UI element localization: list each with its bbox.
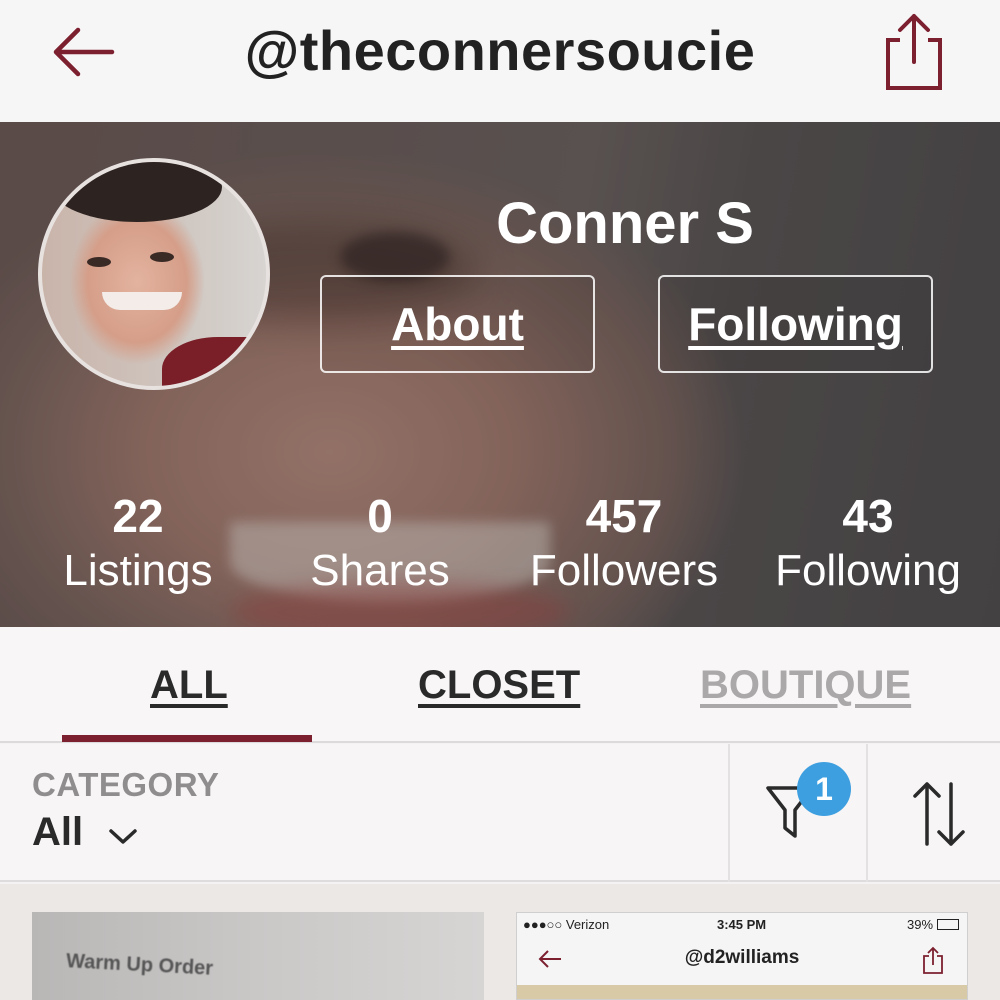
sort-button[interactable] <box>905 774 975 854</box>
active-tab-indicator <box>62 735 312 742</box>
stat-value: 457 <box>585 490 663 542</box>
mini-status-bar: ●●●○○ Verizon 3:45 PM 39% <box>517 913 967 937</box>
about-button[interactable]: About <box>320 275 595 373</box>
category-dropdown[interactable]: All <box>32 810 138 857</box>
stat-value: 43 <box>842 490 894 542</box>
share-button[interactable] <box>878 10 948 92</box>
battery-icon <box>937 919 959 930</box>
stat-followers[interactable]: 457 Followers <box>504 488 744 598</box>
stat-label: Listings <box>63 546 213 595</box>
category-label: CATEGORY <box>32 766 220 803</box>
tab-all[interactable]: ALL <box>150 663 228 708</box>
back-arrow-icon <box>53 27 115 77</box>
filter-bar: CATEGORY All <box>0 744 1000 882</box>
tab-closet[interactable]: CLOSET <box>418 663 580 708</box>
mini-header: @d2williams <box>517 937 967 983</box>
mini-title: @d2williams <box>684 947 800 968</box>
sort-arrows-icon <box>913 782 965 846</box>
share-icon <box>886 14 942 90</box>
following-button[interactable]: Following <box>658 275 933 373</box>
tab-boutique[interactable]: BOUTIQUE <box>700 663 911 708</box>
mini-share-icon <box>923 946 943 974</box>
tab-bar: ALL CLOSET BOUTIQUE <box>0 627 1000 743</box>
stat-label: Followers <box>529 546 719 595</box>
stat-shares[interactable]: 0 Shares <box>260 488 500 598</box>
top-bar: @theconnersoucie <box>0 0 1000 122</box>
stat-value: 0 <box>367 490 393 542</box>
avatar[interactable] <box>38 158 270 390</box>
category-value: All <box>32 810 84 854</box>
chevron-down-icon <box>108 812 138 857</box>
listing-image-text: Warm Up Order <box>65 950 214 980</box>
listing-card[interactable]: Warm Up Order <box>32 912 484 1000</box>
back-button[interactable] <box>48 22 118 82</box>
filter-count-badge: 1 <box>797 762 851 816</box>
profile-name: Conner S <box>496 191 754 256</box>
mini-battery: 39% <box>907 917 934 932</box>
mini-carrier: ●●●○○ Verizon <box>523 917 610 932</box>
listing-card[interactable]: ●●●○○ Verizon 3:45 PM 39% @d2williams <box>516 912 968 1000</box>
stat-value: 22 <box>112 490 164 542</box>
page-title: @theconnersoucie <box>244 19 756 82</box>
stat-following[interactable]: 43 Following <box>748 488 988 598</box>
stat-label: Shares <box>310 546 450 595</box>
stat-label: Following <box>775 546 961 595</box>
mini-time: 3:45 PM <box>717 917 767 932</box>
stat-listings[interactable]: 22 Listings <box>18 488 258 598</box>
